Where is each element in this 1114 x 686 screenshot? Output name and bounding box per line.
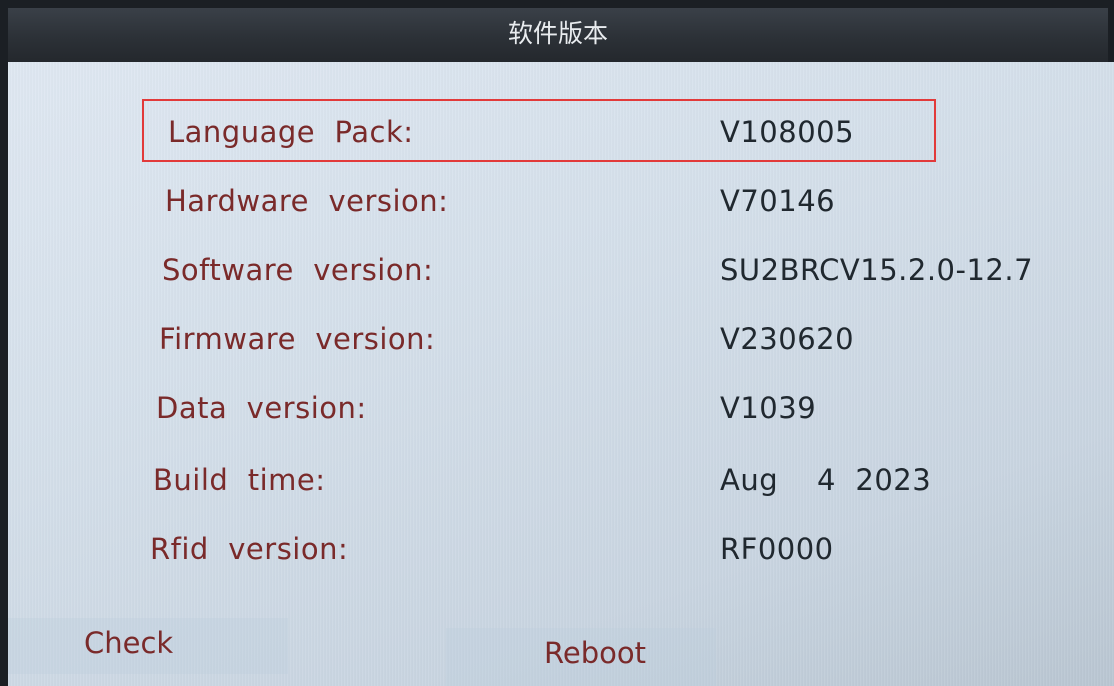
rfid-version-value: RF0000 (720, 532, 834, 566)
row-rfid-version: Rfid version: RF0000 (8, 524, 1108, 574)
firmware-version-label: Firmware version: (159, 322, 436, 356)
title-bar: 软件版本 (8, 8, 1108, 62)
row-software-version: Software version: SU2BRCV15.2.0-12.7 (8, 245, 1108, 295)
hardware-version-label: Hardware version: (165, 184, 449, 218)
firmware-version-value: V230620 (720, 322, 855, 356)
software-version-value: SU2BRCV15.2.0-12.7 (720, 253, 1034, 287)
data-version-label: Data version: (156, 391, 367, 425)
reboot-button[interactable]: Reboot (446, 628, 716, 686)
build-time-value: Aug 4 2023 (720, 463, 932, 497)
language-pack-value: V108005 (720, 115, 855, 149)
check-button-label: Check (84, 626, 174, 660)
hardware-version-value: V70146 (720, 184, 836, 218)
row-language-pack: Language Pack: V108005 (8, 107, 1108, 157)
build-time-label: Build time: (153, 463, 326, 497)
software-version-label: Software version: (162, 253, 434, 287)
language-pack-label: Language Pack: (168, 115, 414, 149)
rfid-version-label: Rfid version: (150, 532, 349, 566)
data-version-value: V1039 (720, 391, 817, 425)
page-title: 软件版本 (507, 19, 608, 48)
row-hardware-version: Hardware version: V70146 (8, 176, 1108, 226)
row-build-time: Build time: Aug 4 2023 (8, 455, 1108, 505)
row-firmware-version: Firmware version: V230620 (8, 314, 1108, 364)
reboot-button-label: Reboot (544, 636, 646, 670)
software-version-screen: 软件版本 Language Pack: V108005 Hardware ver… (0, 0, 1114, 686)
row-data-version: Data version: V1039 (8, 383, 1108, 433)
check-button[interactable]: Check (8, 618, 288, 674)
version-info-panel: Language Pack: V108005 Hardware version:… (8, 62, 1114, 686)
